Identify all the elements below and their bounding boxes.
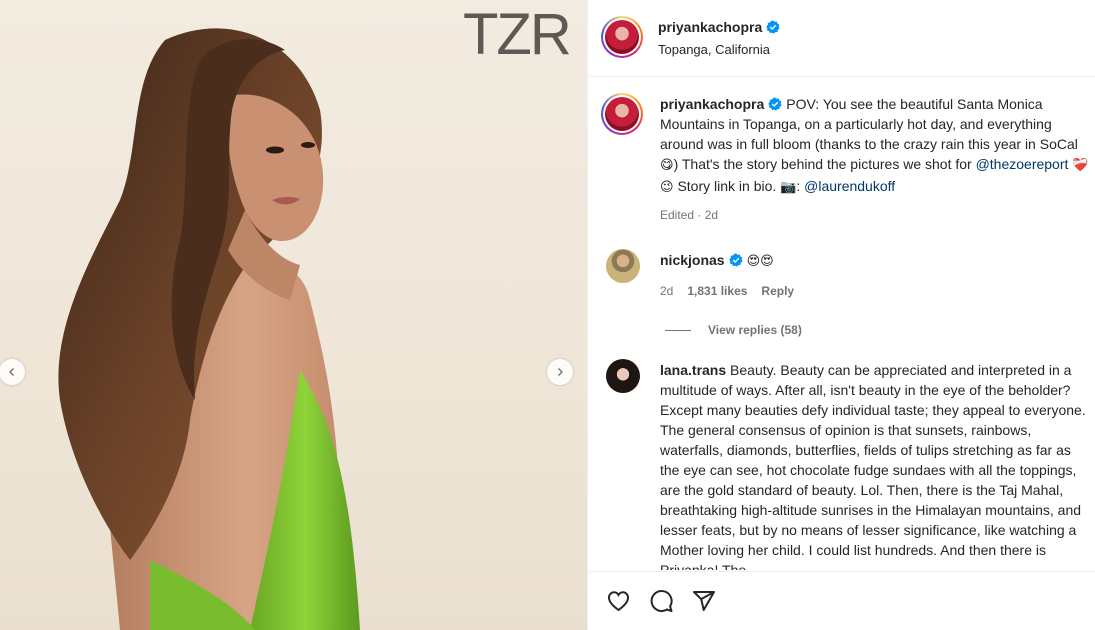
post-media: TZR [0, 0, 587, 630]
camera-emoji-icon: 📷 [780, 180, 797, 195]
commenter-username[interactable]: nickjonas [660, 250, 725, 270]
comment-button[interactable] [648, 588, 674, 614]
comment-text: Beauty. Beauty can be appreciated and in… [660, 362, 1086, 570]
caption-avatar [605, 97, 639, 131]
comments-scroll-area[interactable]: priyankachopra POV: You see the beautifu… [588, 78, 1095, 570]
edited-label: Edited [660, 208, 695, 222]
caption-timestamp[interactable]: 2d [705, 208, 718, 222]
author-avatar-story-ring[interactable] [601, 16, 643, 58]
caption-avatar-story-ring[interactable] [601, 93, 643, 135]
post-location[interactable]: Topanga, California [658, 42, 780, 57]
like-button[interactable] [605, 588, 631, 614]
view-replies-label: View replies (58) [708, 323, 802, 337]
share-icon [693, 591, 715, 611]
heart-icon [607, 591, 629, 612]
verified-badge-icon [766, 20, 780, 34]
previous-slide-button[interactable] [0, 359, 25, 385]
author-username[interactable]: priyankachopra [658, 19, 762, 35]
comment-text: 😍😍 [746, 254, 774, 269]
post-caption: priyankachopra POV: You see the beautifu… [588, 78, 1095, 225]
post-side-panel: priyankachopra Topanga, California priya… [587, 0, 1095, 630]
caption-text: ) That's the story behind the pictures w… [673, 156, 976, 172]
magazine-watermark: TZR [463, 2, 572, 67]
wink-emoji-icon: 😉 [660, 180, 674, 195]
chevron-left-icon [9, 368, 14, 376]
comment-item: lana.trans Beauty. Beauty can be appreci… [588, 359, 1095, 570]
comment-icon [650, 590, 673, 612]
caption-text: : [796, 178, 805, 194]
view-replies-button[interactable]: View replies (58) [665, 323, 1095, 337]
comment-likes[interactable]: 1,831 likes [687, 281, 747, 301]
mention-link[interactable]: @thezoereport [976, 156, 1069, 172]
post-actions-bar [588, 571, 1095, 630]
heart-emoji-icon: ❤️‍🩹 [1072, 158, 1089, 173]
instagram-post-view: TZR priyankachopra Topanga, California p… [0, 0, 1095, 630]
caption-username[interactable]: priyankachopra [660, 96, 764, 112]
comment-meta: 2d 1,831 likes Reply [660, 281, 1094, 301]
verified-badge-icon [768, 97, 782, 111]
yum-emoji-icon: 😋 [660, 158, 674, 173]
author-avatar [605, 20, 639, 54]
commenter-avatar[interactable] [606, 359, 640, 393]
comment-timestamp[interactable]: 2d [660, 281, 673, 301]
replies-divider [665, 329, 691, 331]
mention-link[interactable]: @laurendukoff [804, 178, 895, 194]
caption-meta: Edited · 2d [660, 208, 719, 222]
reply-button[interactable]: Reply [761, 281, 794, 301]
share-button[interactable] [691, 588, 717, 614]
commenter-username[interactable]: lana.trans [660, 360, 726, 380]
verified-badge-icon [728, 253, 743, 267]
post-photo [58, 28, 360, 630]
chevron-right-icon [558, 368, 563, 376]
commenter-avatar[interactable] [606, 249, 640, 283]
post-header: priyankachopra Topanga, California [588, 0, 1095, 77]
comment-item: nickjonas 😍😍 2d 1,831 likes Reply [588, 249, 1095, 301]
caption-text: Story link in bio. [673, 178, 781, 194]
next-slide-button[interactable] [547, 359, 573, 385]
